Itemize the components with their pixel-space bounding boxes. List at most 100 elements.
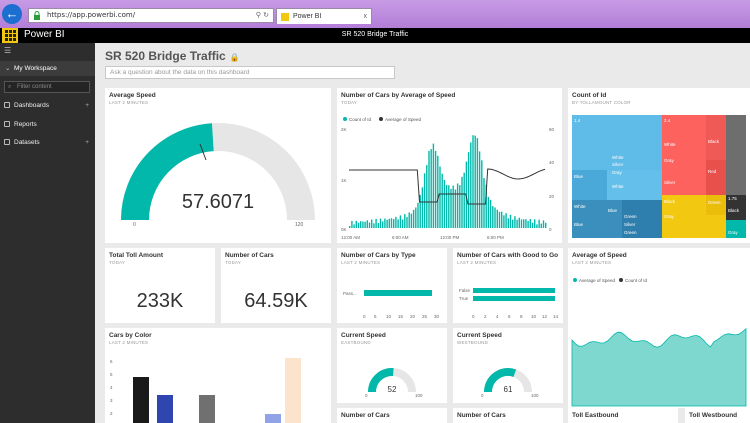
tile-number-of-cars-3[interactable]: Number of Cars [453,408,563,423]
tile-title: Number of Cars [225,252,274,259]
count-bar [507,218,509,228]
treemap-cell [726,220,746,238]
count-bar [395,216,397,228]
speed-area [571,327,747,407]
x-tick: 5 [374,314,377,319]
sidebar-item-dashboards[interactable]: Dashboards + [0,99,95,112]
count-bar [450,188,452,228]
tile-toll-westbound[interactable]: Toll Westbound [685,408,750,423]
count-bar [448,185,450,228]
gauge-min: 0 [365,393,368,398]
tile-number-of-cars[interactable]: Number of Cars TODAY 64.59K [221,248,331,323]
workspace-label: My Workspace [14,65,57,72]
tile-cars-by-type[interactable]: Number of Cars by Type LAST 2 MINUTES Pa… [337,248,447,323]
count-bar [487,196,490,228]
x-tick: 30 [434,314,440,319]
tile-current-speed-westbound[interactable]: Current Speed WESTBOUND 61 0 100 [453,328,563,403]
count-bar [476,138,479,228]
tab-close-icon[interactable]: x [364,9,368,24]
treemap-label: Green [624,230,637,235]
count-bar [492,206,494,228]
x-tick: 25 [422,314,428,319]
tile-cars-good-to-go[interactable]: Number of Cars with Good to Go LAST 2 MI… [453,248,563,323]
combo-chart: Count of Id Average of Speed 2K 1K 0K 60… [341,117,555,240]
legend-speed: Average of Speed [579,278,615,283]
tile-total-toll-amount[interactable]: Total Toll Amount TODAY 233K [105,248,215,323]
legend-marker-count [619,278,623,282]
small-gauge: 61 0 100 [481,368,539,398]
y2-tick: 60 [549,127,555,132]
column-white [285,358,301,423]
y2-tick: 0 [549,227,552,232]
count-bar [355,220,357,228]
sidebar-item-datasets[interactable]: Datasets + [0,136,95,149]
treemap-cell [706,115,726,160]
count-bar [531,222,534,228]
page-title: SR 520 Bridge Traffic 🔒 [105,49,240,63]
tile-average-of-speed[interactable]: Average of Speed LAST 2 MINUTES Average … [568,248,750,408]
count-bar [382,221,384,228]
filter-content-input[interactable]: ⌕ Filter content [4,81,90,93]
y2-tick: 20 [549,194,555,199]
address-tools-icon[interactable]: ⚲ ↻ [256,9,269,22]
tile-cars-by-average-speed[interactable]: Number of Cars by Average of Speed TODAY… [337,88,562,243]
y-tick: 1K [341,178,347,183]
count-bar [430,149,432,228]
sidebar-item-reports[interactable]: Reports [0,118,95,131]
treemap-label: Black [728,208,740,213]
treemap-label: Silver [624,222,636,227]
count-bar [406,217,408,228]
tile-number-of-cars-2[interactable]: Number of Cars [337,408,447,423]
count-bar [404,214,406,228]
gauge-chart: 0 120 [121,123,315,228]
hamburger-menu-icon[interactable]: ☰ [4,46,11,55]
tile-title: Toll Eastbound [572,412,619,419]
count-bar [353,224,355,228]
sidebar-item-label: Reports [14,121,37,128]
x-tick: 15 [398,314,404,319]
count-bar [443,180,446,228]
tile-count-of-id[interactable]: Count of Id BY TOLLAMOUNT COLOR 1.4 2.4 [568,88,750,243]
tile-title: Total Toll Amount [109,252,164,259]
x-tick: 12:00 AM [341,235,360,240]
sidebar: ☰ ⌄ My Workspace ⌕ Filter content Dashbo… [0,43,95,423]
tile-average-speed[interactable]: Average Speed LAST 2 MINUTES 0 120 57.60… [105,88,331,243]
treemap-cell [706,160,726,195]
back-button[interactable]: ← [2,4,22,24]
count-bar [467,152,470,228]
y-tick: 5 [110,372,113,377]
count-bar [452,185,454,228]
sidebar-item-my-workspace[interactable]: ⌄ My Workspace [0,61,95,76]
tile-toll-eastbound[interactable]: Toll Eastbound [568,408,678,423]
count-bar [498,211,501,228]
add-dashboard-icon[interactable]: + [85,99,89,112]
bar [364,290,432,296]
treemap-label: Gray [612,170,623,175]
add-dataset-icon[interactable]: + [85,136,89,149]
browser-tab[interactable]: Power BI x [276,8,372,24]
tile-cars-by-color[interactable]: Cars by Color LAST 2 MINUTES 6 5 4 3 2 [105,328,331,423]
qa-question-input[interactable]: Ask a question about the data on this da… [105,66,395,79]
legend-speed: Average of Speed [385,117,421,122]
count-bar [393,219,395,228]
x-tick: 6:00 PM [487,235,504,240]
count-bar [514,216,516,228]
bar [473,296,555,301]
tile-subtitle: TODAY [109,260,126,265]
tile-current-speed-eastbound[interactable]: Current Speed EASTBOUND 52 0 100 [337,328,447,403]
kpi-value: 233K [136,290,184,312]
count-bar [423,173,426,228]
count-bar [390,218,393,228]
count-bar [505,213,507,228]
treemap-label: Gray [664,214,675,219]
treemap-label: Blue [608,208,618,213]
count-bar [386,219,388,228]
qa-placeholder: Ask a question about the data on this da… [110,69,250,76]
count-bar [483,178,485,228]
count-bar [412,209,415,228]
count-bar [545,222,547,228]
dashboard-icon [4,102,10,108]
count-bar [474,135,476,228]
address-bar[interactable]: https://app.powerbi.com/ ⚲ ↻ [28,8,274,23]
count-bar [371,219,373,228]
